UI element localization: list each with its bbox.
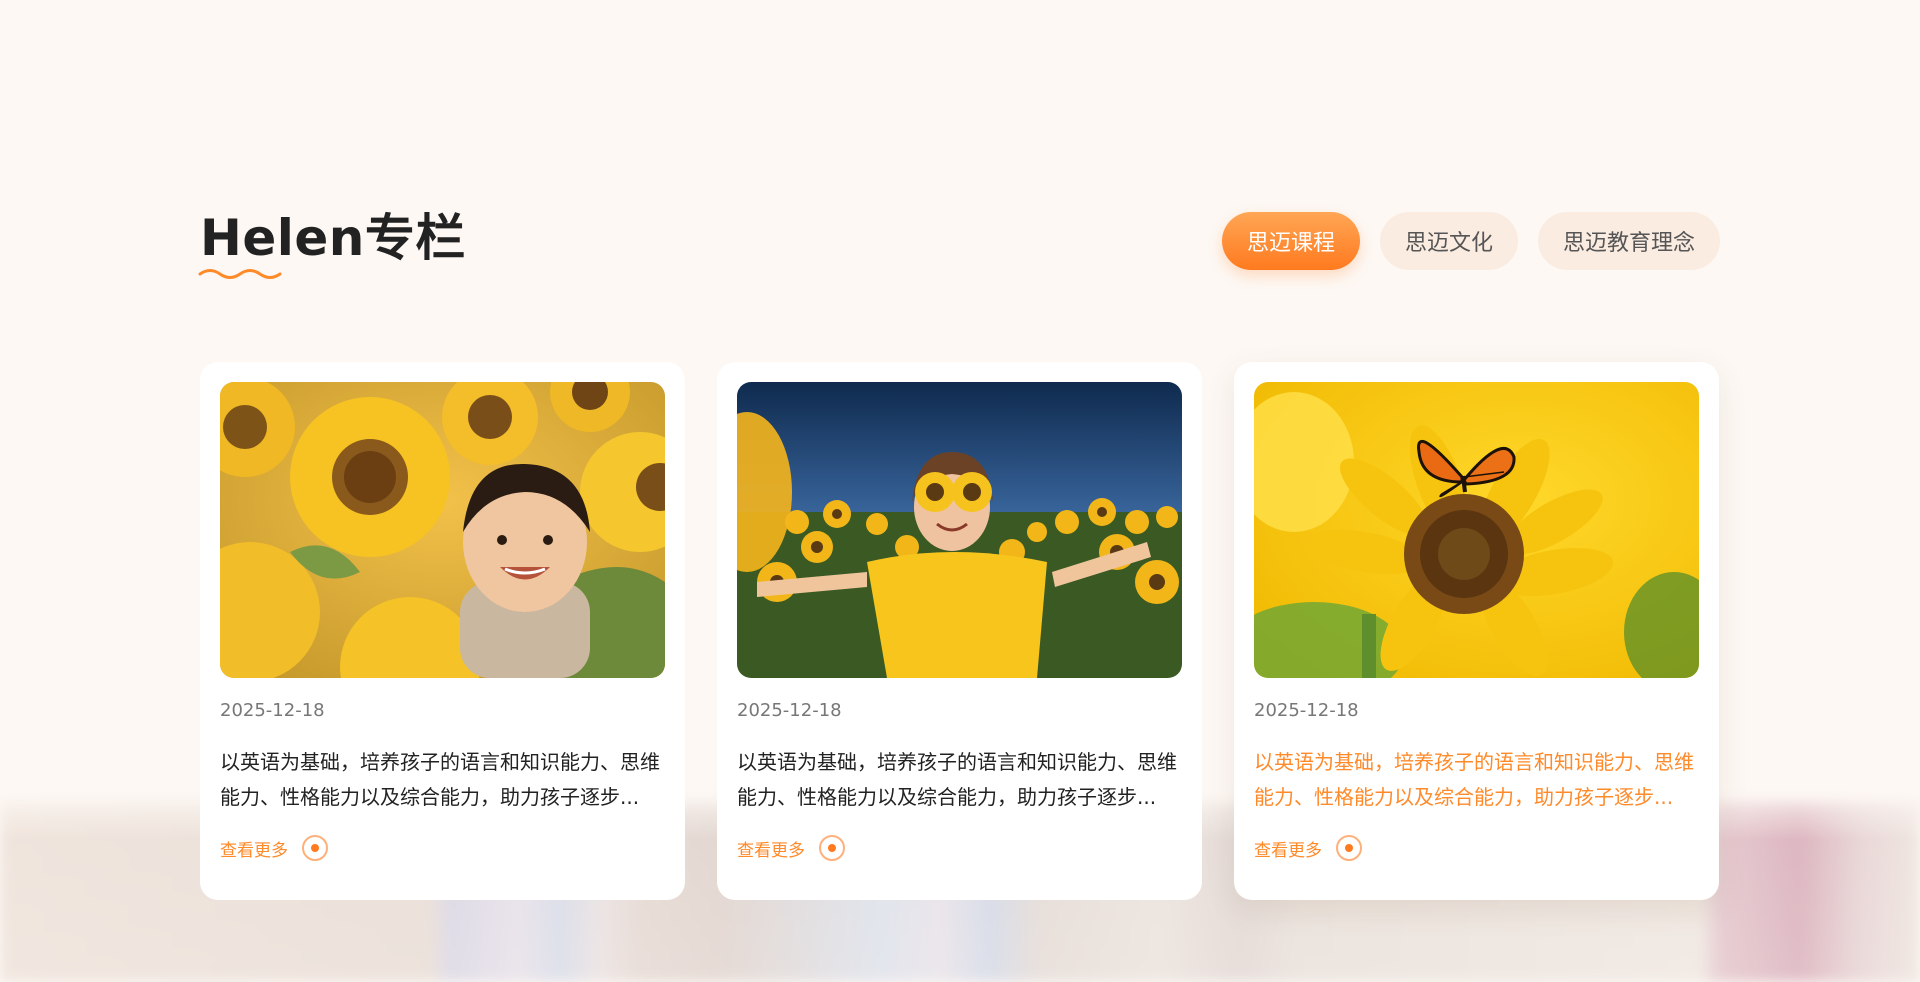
view-more-label: 查看更多	[220, 840, 288, 861]
article-card[interactable]: 2025-12-18 以英语为基础，培养孩子的语言和知识能力、思维能力、性格能力…	[1234, 362, 1719, 900]
arrow-circle-icon	[302, 835, 328, 861]
section-title: Helen专栏	[200, 209, 466, 267]
article-cards: 2025-12-18 以英语为基础，培养孩子的语言和知识能力、思维能力、性格能力…	[200, 362, 1719, 900]
article-description[interactable]: 以英语为基础，培养孩子的语言和知识能力、思维能力、性格能力以及综合能力，助力孩子…	[737, 745, 1182, 815]
article-date: 2025-12-18	[220, 700, 325, 721]
article-card[interactable]: 2025-12-18 以英语为基础，培养孩子的语言和知识能力、思维能力、性格能力…	[200, 362, 685, 900]
view-more-label: 查看更多	[1254, 840, 1322, 861]
category-tabs: 思迈课程 思迈文化 思迈教育理念	[1221, 212, 1720, 270]
tab-philosophy[interactable]: 思迈教育理念	[1537, 212, 1720, 270]
girl-sunflower-field-image	[737, 382, 1182, 678]
article-date: 2025-12-18	[737, 700, 842, 721]
article-card[interactable]: 2025-12-18 以英语为基础，培养孩子的语言和知识能力、思维能力、性格能力…	[717, 362, 1202, 900]
view-more-link[interactable]: 查看更多	[1254, 835, 1699, 861]
butterfly-sunflower-image	[1254, 382, 1699, 678]
view-more-label: 查看更多	[737, 840, 805, 861]
child-sunflowers-image	[220, 382, 665, 678]
section-header: Helen专栏	[198, 206, 466, 279]
article-description[interactable]: 以英语为基础，培养孩子的语言和知识能力、思维能力、性格能力以及综合能力，助力孩子…	[1254, 745, 1699, 815]
arrow-circle-icon	[819, 835, 845, 861]
title-wave-underline	[198, 269, 282, 279]
arrow-circle-icon	[1336, 835, 1362, 861]
article-image[interactable]	[220, 382, 665, 678]
article-image[interactable]	[1254, 382, 1699, 678]
article-description[interactable]: 以英语为基础，培养孩子的语言和知识能力、思维能力、性格能力以及综合能力，助力孩子…	[220, 745, 665, 815]
view-more-link[interactable]: 查看更多	[737, 835, 1182, 861]
article-image[interactable]	[737, 382, 1182, 678]
view-more-link[interactable]: 查看更多	[220, 835, 665, 861]
tab-courses[interactable]: 思迈课程	[1221, 212, 1360, 270]
tab-culture[interactable]: 思迈文化	[1379, 212, 1518, 270]
article-date: 2025-12-18	[1254, 700, 1359, 721]
